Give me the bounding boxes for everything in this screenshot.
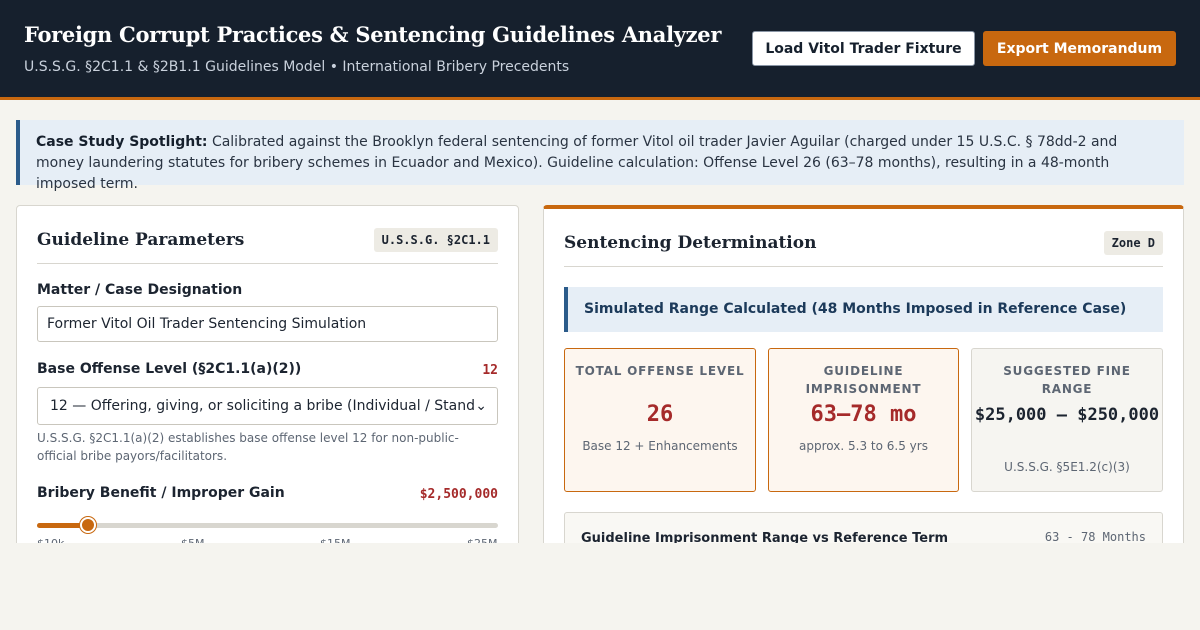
base-offense-select[interactable]: 12 — Offering, giving, or soliciting a b… (37, 387, 498, 425)
benefit-slider-handle[interactable] (80, 517, 96, 533)
parameters-divider (37, 263, 498, 264)
base-offense-selected: 12 — Offering, giving, or soliciting a b… (50, 398, 475, 414)
fine-range-label: SUGGESTED FINE RANGE (1003, 364, 1131, 396)
imprisonment-label: GUIDELINE IMPRISONMENT (805, 364, 922, 396)
benefit-slider[interactable] (37, 517, 498, 533)
parameters-title: Guideline Parameters (37, 230, 245, 250)
offense-level-note: Base 12 + Enhancements (582, 439, 738, 453)
benefit-value: $2,500,000 (419, 487, 498, 502)
offense-level-card: TOTAL OFFENSE LEVEL 26 Base 12 + Enhance… (564, 348, 756, 492)
benefit-label: Bribery Benefit / Improper Gain (37, 485, 285, 501)
guideline-badge: U.S.S.G. §2C1.1 (373, 228, 498, 252)
offense-level-value: 26 (646, 402, 674, 427)
fine-range-note: U.S.S.G. §5E1.2(c)(3) (1004, 460, 1130, 474)
zone-badge: Zone D (1103, 231, 1163, 255)
chart-range-readout: 63 - 78 Months (1044, 530, 1146, 544)
matter-input[interactable] (37, 306, 498, 342)
determination-title: Sentencing Determination (564, 233, 817, 253)
case-study-spotlight: Case Study Spotlight: Calibrated against… (16, 120, 1184, 192)
base-offense-label: Base Offense Level (§2C1.1(a)(2)) (37, 361, 302, 377)
base-offense-help: U.S.S.G. §2C1.1(a)(2) establishes base o… (37, 431, 459, 463)
viewport-cutoff (0, 543, 1200, 630)
matter-label: Matter / Case Designation (37, 282, 243, 298)
fine-range-card: SUGGESTED FINE RANGE $25,000 – $250,000 … (971, 348, 1163, 492)
offense-level-label: TOTAL OFFENSE LEVEL (575, 364, 745, 378)
app-title: Foreign Corrupt Practices & Sentencing G… (24, 22, 722, 47)
export-memorandum-button[interactable]: Export Memorandum (983, 31, 1176, 66)
spotlight-label: Case Study Spotlight: (36, 134, 208, 150)
base-offense-value: 12 (482, 363, 498, 378)
app-header: Foreign Corrupt Practices & Sentencing G… (0, 0, 1200, 100)
determination-divider (564, 266, 1163, 267)
load-fixture-button[interactable]: Load Vitol Trader Fixture (752, 31, 975, 66)
fine-range-value: $25,000 – $250,000 (974, 405, 1160, 425)
imprisonment-value: 63–78 mo (810, 402, 917, 427)
imprisonment-note: approx. 5.3 to 6.5 yrs (799, 439, 928, 453)
chevron-down-icon: ⌄ (475, 398, 487, 414)
result-banner: Simulated Range Calculated (48 Months Im… (564, 287, 1163, 332)
imprisonment-card: GUIDELINE IMPRISONMENT 63–78 mo approx. … (768, 348, 959, 492)
app-subtitle: U.S.S.G. §2C1.1 & §2B1.1 Guidelines Mode… (24, 59, 570, 75)
